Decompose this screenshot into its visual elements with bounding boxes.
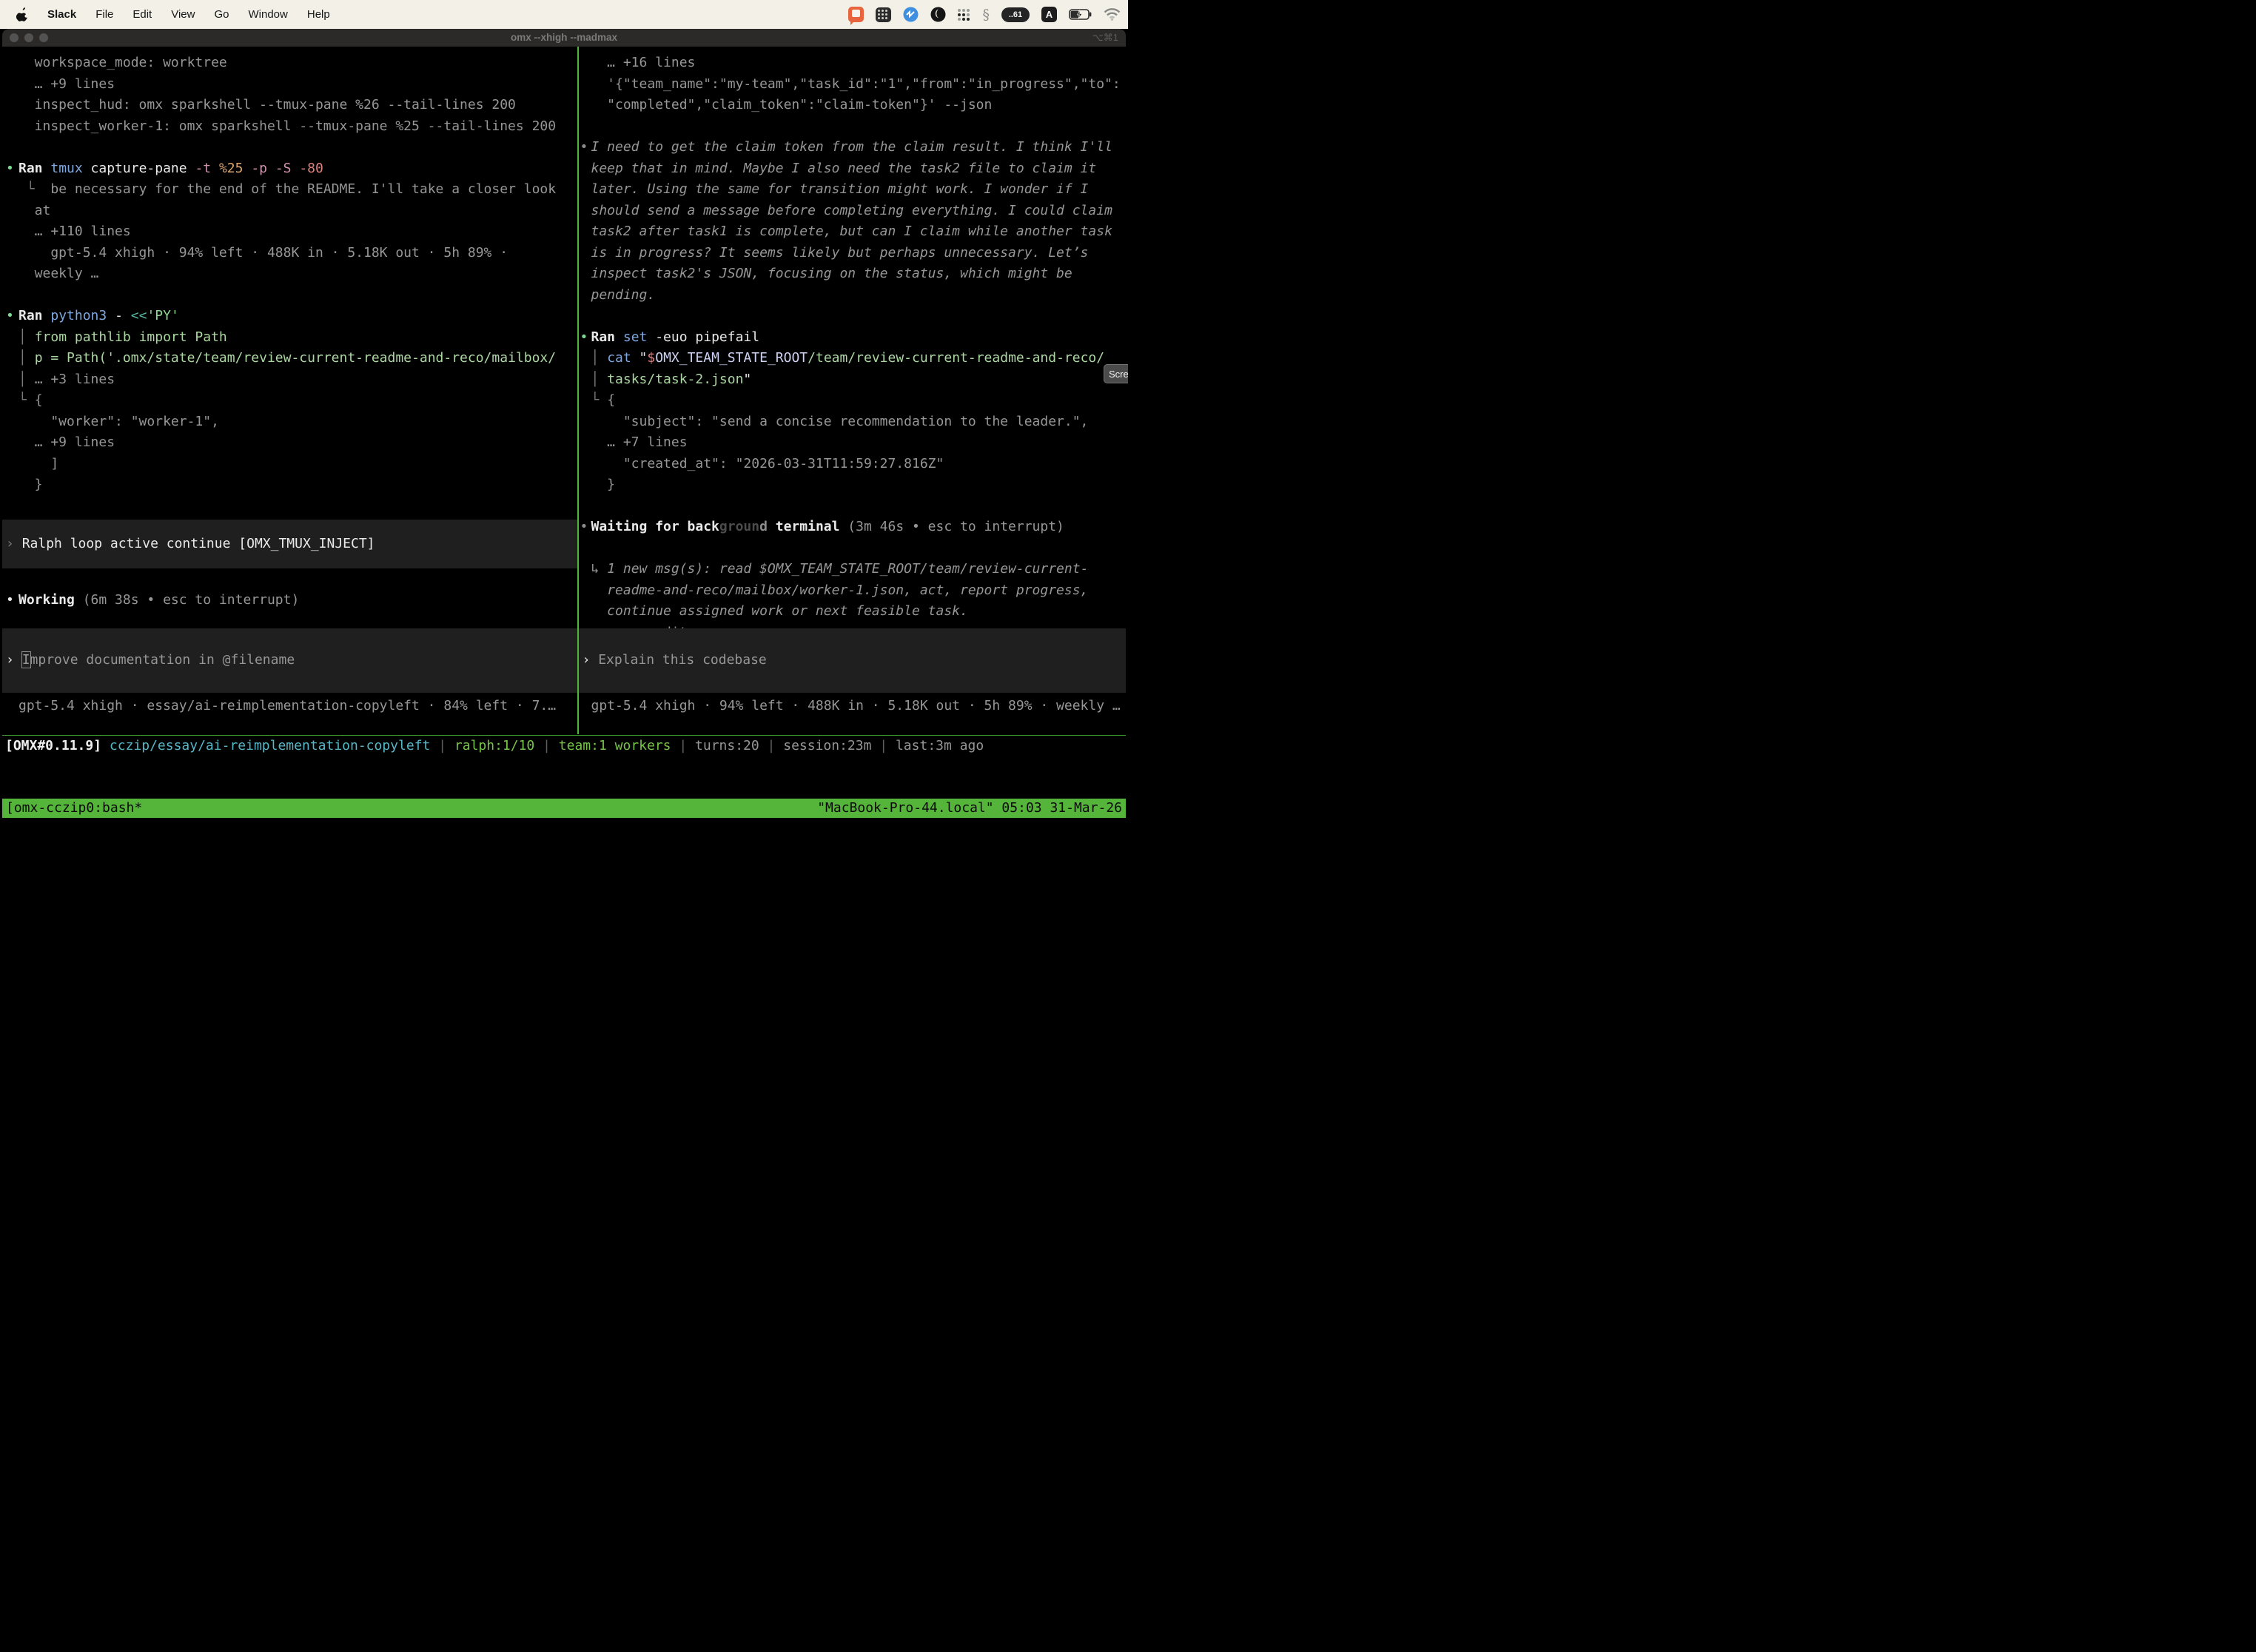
ralph-loop-banner: › Ralph loop active continue [OMX_TMUX_I…	[2, 520, 577, 569]
pane-worker-1: … +16 lines '{"team_name":"my-team","tas…	[579, 47, 1127, 734]
squiggle-icon[interactable]: §	[983, 7, 990, 23]
tmux-session-name[interactable]: [omx-cczip0:bash*	[6, 799, 142, 818]
omx-status-bar: [OMX#0.11.9] cczip/essay/ai-reimplementa…	[2, 736, 1126, 757]
prompt-input-hud[interactable]: › Improve documentation in @filename	[2, 628, 577, 694]
tmux-panes: workspace_mode: worktree … +9 lines insp…	[2, 47, 1126, 736]
tmux-host-clock: "MacBook-Pro-44.local" 05:03 31-Mar-26	[817, 799, 1122, 818]
terminal-window: omx --xhigh --madmax ⌥⌘1 workspace_mode:…	[2, 29, 1126, 826]
menu-edit[interactable]: Edit	[132, 8, 152, 21]
dots-grid-icon[interactable]	[958, 8, 971, 21]
input-source-icon[interactable]: A	[1041, 7, 1057, 22]
menu-bar: Slack File Edit View Go Window Help § ..61 A	[0, 0, 1128, 29]
screen-tooltip: Scre	[1104, 364, 1128, 383]
keyboard-icon[interactable]	[876, 7, 891, 22]
working-status: •Working (6m 38s • esc to interrupt)	[19, 590, 299, 611]
badge-61-icon[interactable]: ..61	[1001, 7, 1030, 22]
hud-scrollback: workspace_mode: worktree … +9 lines insp…	[2, 47, 577, 496]
apple-menu-icon[interactable]	[16, 7, 28, 21]
menu-slack[interactable]: Slack	[47, 8, 76, 21]
window-shortcut-hint: ⌥⌘1	[1092, 29, 1118, 47]
crescent-icon[interactable]	[930, 7, 946, 22]
prompt-input-worker[interactable]: › Explain this codebase	[579, 628, 1127, 694]
menu-items: Slack File Edit View Go Window Help	[28, 8, 330, 21]
menu-go[interactable]: Go	[214, 8, 229, 21]
window-titlebar[interactable]: omx --xhigh --madmax ⌥⌘1	[2, 29, 1126, 47]
pane-hud: workspace_mode: worktree … +9 lines insp…	[2, 47, 577, 734]
battery-icon[interactable]	[1069, 9, 1092, 20]
wifi-icon[interactable]	[1104, 8, 1121, 21]
screen: Slack File Edit View Go Window Help § ..61 A	[0, 0, 1128, 826]
worker-session-status: gpt-5.4 xhigh · 94% left · 488K in · 5.1…	[591, 696, 1121, 717]
menu-help[interactable]: Help	[307, 8, 330, 21]
tmux-status-bar: [omx-cczip0:bash* "MacBook-Pro-44.local"…	[2, 799, 1126, 818]
hud-session-status: gpt-5.4 xhigh · essay/ai-reimplementatio…	[19, 696, 556, 717]
menu-window[interactable]: Window	[249, 8, 288, 21]
seal-icon[interactable]	[903, 7, 919, 22]
screen-sharing-icon[interactable]	[848, 7, 864, 22]
pane-divider[interactable]	[577, 47, 579, 734]
menu-view[interactable]: View	[171, 8, 195, 21]
status-icons: § ..61 A	[848, 7, 1121, 23]
menu-file[interactable]: File	[95, 8, 113, 21]
window-title: omx --xhigh --madmax	[2, 29, 1126, 47]
worker-scrollback: … +16 lines '{"team_name":"my-team","tas…	[579, 47, 1127, 643]
